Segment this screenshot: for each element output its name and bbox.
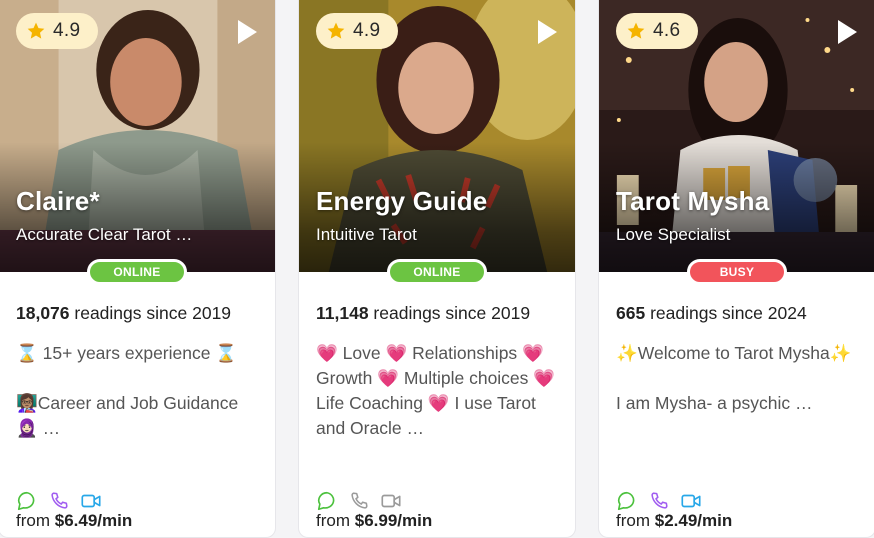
rating-badge: 4.9 [16, 13, 98, 49]
video-icon[interactable] [680, 490, 702, 512]
price-value: $6.49/min [54, 511, 133, 530]
readings-label: readings since 2024 [645, 303, 807, 323]
advisor-subtitle: Intuitive Tarot [316, 225, 417, 244]
advisor-subtitle: Accurate Clear Tarot … [16, 225, 193, 244]
play-icon[interactable] [836, 19, 858, 45]
phone-icon[interactable] [648, 490, 670, 512]
price: from $2.49/min [616, 511, 732, 531]
star-icon [27, 22, 45, 39]
price: from $6.99/min [316, 511, 432, 531]
advisor-description: ✨Welcome to Tarot Mysha✨ I am Mysha- a p… [616, 343, 852, 413]
readings-count: 11,148 [316, 303, 369, 323]
advisor-name: Tarot Mysha [616, 186, 770, 216]
price-value: $6.99/min [354, 511, 433, 530]
advisor-photo[interactable]: 4.9 Energy Guide Intuitive Tarot [299, 0, 575, 272]
video-icon[interactable] [80, 490, 102, 512]
contact-methods [16, 490, 102, 512]
readings-count: 665 [616, 303, 646, 323]
rating-badge: 4.6 [616, 13, 698, 49]
rating-value: 4.9 [353, 20, 381, 41]
chat-icon[interactable] [16, 490, 38, 512]
advisor-description: ⌛ 15+ years experience ⌛ 👩🏽‍🏫Career and … [16, 343, 239, 438]
advisor-photo[interactable]: 4.9 Claire* Accurate Clear Tarot … [0, 0, 275, 272]
price-prefix: from [16, 511, 55, 530]
advisor-name: Energy Guide [316, 186, 488, 216]
chat-icon[interactable] [316, 490, 338, 512]
readings-summary: 665 readings since 2024 [616, 303, 807, 324]
contact-methods [316, 490, 402, 512]
play-icon[interactable] [236, 19, 258, 45]
price-prefix: from [616, 511, 655, 530]
advisor-card[interactable]: 4.9 Energy Guide Intuitive Tarot ONLINE … [298, 0, 576, 538]
advisor-card[interactable]: 4.9 Claire* Accurate Clear Tarot … ONLIN… [0, 0, 276, 538]
advisor-subtitle: Love Specialist [616, 225, 731, 244]
status-badge: ONLINE [87, 259, 187, 285]
rating-badge: 4.9 [316, 13, 398, 49]
advisor-name: Claire* [16, 186, 100, 216]
contact-methods [616, 490, 702, 512]
status-badge: BUSY [687, 259, 787, 285]
video-icon[interactable] [380, 490, 402, 512]
readings-label: readings since 2019 [368, 303, 531, 323]
price-prefix: from [316, 511, 355, 530]
rating-value: 4.6 [653, 20, 681, 41]
phone-icon[interactable] [48, 490, 70, 512]
phone-icon[interactable] [348, 490, 370, 512]
advisor-description: 💗 Love 💗 Relationships 💗 Growth 💗 Multip… [316, 343, 556, 438]
advisor-photo[interactable]: 4.6 Tarot Mysha Love Specialist [599, 0, 874, 272]
star-icon [327, 22, 345, 39]
chat-icon[interactable] [616, 490, 638, 512]
price-value: $2.49/min [654, 511, 733, 530]
price: from $6.49/min [16, 511, 132, 531]
readings-summary: 11,148 readings since 2019 [316, 303, 530, 324]
advisor-card[interactable]: 4.6 Tarot Mysha Love Specialist BUSY 665… [598, 0, 874, 538]
rating-value: 4.9 [53, 20, 81, 41]
status-badge: ONLINE [387, 259, 487, 285]
readings-count: 18,076 [16, 303, 70, 323]
star-icon [627, 22, 645, 39]
readings-label: readings since 2019 [69, 303, 232, 323]
readings-summary: 18,076 readings since 2019 [16, 303, 231, 324]
play-icon[interactable] [536, 19, 558, 45]
